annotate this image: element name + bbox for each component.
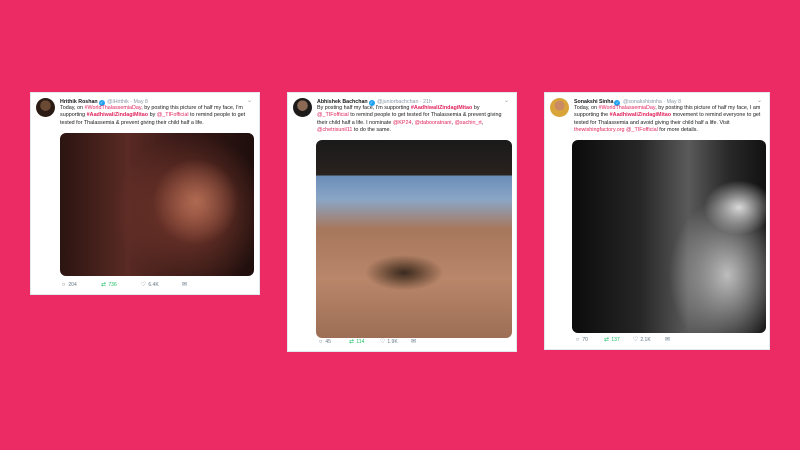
envelope-icon: ✉: [410, 339, 417, 345]
heart-icon: ♡: [140, 282, 147, 288]
tweet-text-segment: ,: [481, 119, 484, 126]
avatar[interactable]: [36, 98, 55, 117]
avatar[interactable]: [550, 98, 569, 117]
tweet-card: Hrithik Roshan ✓ @iHrithik · May 8 ⌄ Toda…: [30, 92, 260, 295]
retweet-button[interactable]: ⇄ 137: [603, 336, 620, 344]
reply-icon: ○: [318, 339, 323, 345]
retweet-button[interactable]: ⇄ 736: [100, 281, 117, 289]
tweet-card: Sonakshi Sinha ✓ @sonakshisinha · May 8 ⌄…: [544, 92, 770, 350]
hashtag-link[interactable]: #WorldThalassemiaDay: [598, 105, 655, 111]
like-count: 1.9K: [387, 339, 398, 345]
tweet-photo[interactable]: [60, 133, 254, 276]
tweet-actions: ○ 204 ⇄ 736 ♡ 6.4K ✉: [60, 281, 240, 289]
tweet-text-segment: to do the same.: [352, 127, 391, 134]
reply-icon: ○: [61, 282, 66, 288]
tweet-text: By posting half my face, I'm supporting …: [317, 105, 510, 135]
tweet-actions: ○ 70 ⇄ 137 ♡ 2.1K ✉: [574, 336, 754, 344]
reply-button[interactable]: ○ 204: [60, 281, 77, 289]
avatar[interactable]: [293, 98, 312, 117]
mention-link[interactable]: @_TIFofficial: [317, 112, 349, 118]
tweet-text: Today, on #WorldThalassemiaDay, by posti…: [60, 105, 253, 127]
hashtag-link[interactable]: #AadhiwaliZindagiMitao: [411, 105, 472, 111]
like-count: 6.4K: [148, 282, 159, 288]
retweet-button[interactable]: ⇄ 114: [348, 338, 364, 346]
chevron-down-icon[interactable]: ⌄: [755, 98, 764, 105]
reply-icon: ○: [575, 337, 580, 343]
tweet-text-segment: by: [148, 112, 157, 119]
tweet-text-segment: by: [472, 105, 480, 111]
tweet-actions: ○ 45 ⇄ 114 ♡ 1.9K ✉: [317, 338, 497, 346]
message-button[interactable]: ✉: [664, 336, 671, 344]
heart-icon: ♡: [379, 339, 386, 345]
mention-link[interactable]: @_TIFofficial: [157, 112, 189, 118]
message-button[interactable]: ✉: [181, 281, 188, 289]
message-button[interactable]: ✉: [410, 338, 417, 346]
mention-link[interactable]: @dabooratnani: [414, 120, 451, 126]
mention-link[interactable]: @chetrisunil11: [317, 127, 352, 133]
tweet-text-segment: Today, on: [574, 105, 599, 111]
chevron-down-icon[interactable]: ⌄: [245, 98, 254, 105]
mention-link[interactable]: @KP24: [393, 120, 412, 126]
tweet-text-segment: By posting half my face, I'm supporting: [317, 105, 411, 111]
retweet-icon: ⇄: [100, 282, 107, 288]
tweet-text-segment: Today, on: [60, 105, 85, 111]
hashtag-link[interactable]: #WorldThalassemiaDay: [84, 105, 141, 111]
tweet-text-segment: for more details.: [657, 127, 698, 134]
chevron-down-icon[interactable]: ⌄: [502, 98, 511, 105]
like-button[interactable]: ♡ 2.1K: [632, 336, 651, 344]
like-button[interactable]: ♡ 1.9K: [379, 338, 398, 346]
retweet-count: 736: [108, 282, 117, 288]
envelope-icon: ✉: [664, 337, 671, 343]
tweet-text: Today, on #WorldThalassemiaDay, by posti…: [574, 105, 763, 135]
reply-button[interactable]: ○ 70: [574, 336, 588, 344]
retweet-count: 114: [356, 339, 365, 345]
hashtag-link[interactable]: #AadhiwaliZindagiMitao: [610, 112, 671, 118]
retweet-icon: ⇄: [603, 337, 610, 343]
reply-count: 70: [582, 337, 588, 343]
mention-link[interactable]: thewishingfactory.org: [574, 127, 625, 133]
reply-count: 204: [68, 282, 77, 288]
retweet-icon: ⇄: [348, 339, 355, 345]
tweet-photo[interactable]: [316, 140, 512, 338]
retweet-count: 137: [611, 337, 620, 343]
like-button[interactable]: ♡ 6.4K: [140, 281, 159, 289]
reply-count: 45: [325, 339, 331, 345]
tweet-card: Abhishek Bachchan ✓ @juniorbachchan · 21h…: [287, 92, 517, 352]
reply-button[interactable]: ○ 45: [317, 338, 331, 346]
mention-link[interactable]: @sachin_rt: [454, 120, 481, 126]
like-count: 2.1K: [640, 337, 651, 343]
envelope-icon: ✉: [181, 282, 188, 288]
hashtag-link[interactable]: #AadhiwaliZindagiMitao: [87, 112, 148, 118]
heart-icon: ♡: [632, 337, 639, 343]
mention-link[interactable]: @_TIFofficial: [626, 127, 658, 133]
tweet-photo[interactable]: [572, 140, 766, 333]
